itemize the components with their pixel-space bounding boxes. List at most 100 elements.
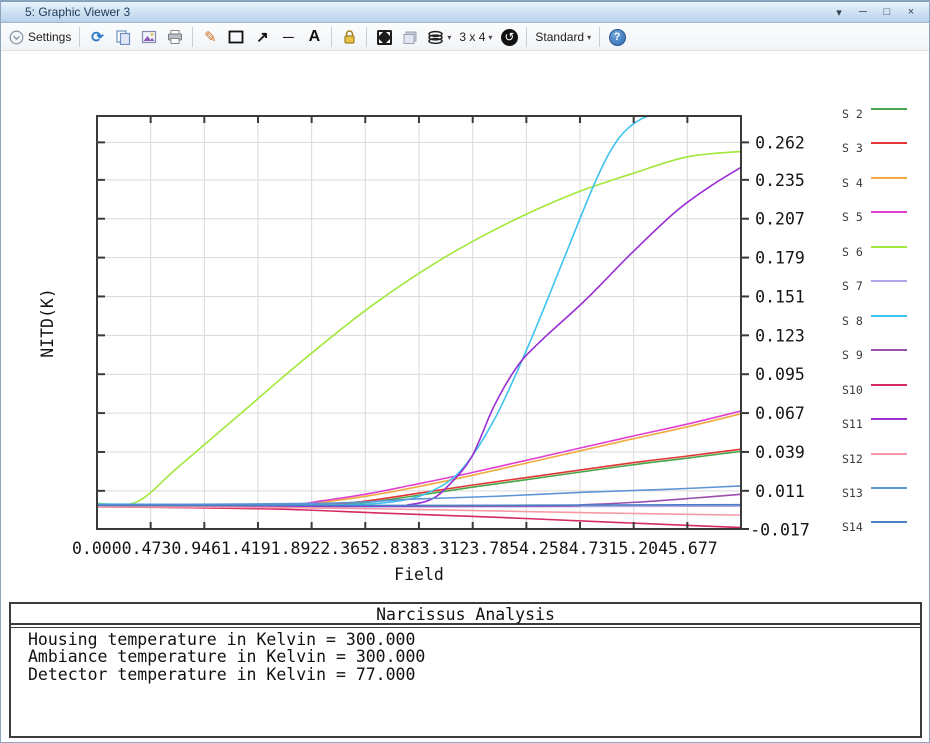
grid-size-dropdown[interactable]: 3 x 4 ▾ (456, 25, 495, 49)
save-image-icon (141, 29, 157, 45)
y-axis-tick-label: 0.039 (755, 443, 805, 462)
cascade-windows-button[interactable] (398, 25, 422, 49)
legend-label: S 9 (842, 348, 863, 362)
settings-button[interactable]: Settings (6, 25, 74, 49)
window-title: 5: Graphic Viewer 3 (1, 5, 130, 19)
add-text-button[interactable]: A (302, 25, 326, 49)
legend-item: S 9 (842, 347, 907, 363)
arrow-icon: ↗ (256, 30, 269, 45)
legend-item: S 6 (842, 244, 907, 260)
analysis-line: Ambiance temperature in Kelvin = 300.000 (28, 648, 920, 665)
series-line-s5 (97, 411, 741, 506)
series-line-s8 (97, 116, 741, 505)
y-axis-tick-label: 0.235 (755, 171, 805, 190)
y-axis-tick-label: -0.017 (750, 521, 810, 540)
x-axis-tick-labels: 0.0000.4730.9461.4191.8922.3652.8383.312… (72, 539, 718, 558)
lock-button[interactable] (337, 25, 361, 49)
toolbar-separator (366, 27, 367, 47)
legend-item: S 3 (842, 140, 907, 156)
analysis-panel-title: Narcissus Analysis (11, 604, 920, 625)
plot-frame (97, 116, 741, 529)
y-axis-tick-label: 0.123 (755, 326, 805, 345)
legend-line-swatch (871, 246, 907, 248)
draw-arrow-button[interactable]: ↗ (250, 25, 274, 49)
legend-item: S10 (842, 382, 907, 398)
fit-window-icon (376, 29, 393, 46)
legend-label: S 7 (842, 279, 863, 293)
settings-chevron-icon (9, 30, 24, 45)
legend-item: S 4 (842, 175, 907, 191)
legend-line-swatch (871, 418, 907, 420)
legend-label: S14 (842, 520, 863, 534)
draw-rectangle-button[interactable] (224, 25, 248, 49)
print-button[interactable] (163, 25, 187, 49)
toolbar-separator (599, 27, 600, 47)
analysis-line: Detector temperature in Kelvin = 77.000 (28, 666, 920, 683)
y-axis-tick-label: 0.067 (755, 404, 805, 423)
minimize-button[interactable]: ─ (851, 3, 875, 21)
legend-item: S 5 (842, 209, 907, 225)
series-line-s4 (97, 414, 741, 506)
dropdown-caret-icon: ▾ (488, 33, 492, 42)
legend-item: S13 (842, 485, 907, 501)
copy-button[interactable] (111, 25, 135, 49)
analysis-panel-body: Housing temperature in Kelvin = 300.000A… (11, 627, 920, 683)
legend-label: S 5 (842, 210, 863, 224)
legend-line-swatch (871, 177, 907, 179)
reset-orientation-button[interactable]: ↺ (497, 25, 521, 49)
rectangle-icon (228, 30, 244, 44)
save-image-button[interactable] (137, 25, 161, 49)
refresh-icon: ⟳ (91, 30, 104, 45)
rotate-icon: ↺ (501, 29, 518, 46)
series-line-s7 (97, 506, 741, 507)
print-icon (167, 29, 183, 45)
graphic-viewer-window: 5: Graphic Viewer 3 ▾ ─ □ × Settings ⟳ (0, 0, 930, 743)
help-icon: ? (609, 29, 626, 46)
legend-label: S 4 (842, 176, 863, 190)
settings-label: Settings (28, 30, 71, 44)
legend-line-swatch (871, 453, 907, 455)
y-axis-tick-label: 0.095 (755, 365, 805, 384)
series-line-s3 (97, 449, 741, 506)
analysis-line: Housing temperature in Kelvin = 300.000 (28, 631, 920, 648)
series-line-s6 (97, 151, 741, 504)
legend-label: S 8 (842, 314, 863, 328)
legend-line-swatch (871, 315, 907, 317)
legend-label: S 2 (842, 107, 863, 121)
plot-stack-dropdown-button[interactable]: ▾ (424, 25, 454, 49)
style-dropdown[interactable]: Standard ▾ (532, 25, 594, 49)
help-button[interactable]: ? (605, 25, 629, 49)
grid-size-label: 3 x 4 (459, 30, 485, 44)
legend: S 2S 3S 4S 5S 6S 7S 8S 9S10S11S12S13S14 (842, 105, 928, 565)
close-button[interactable]: × (899, 3, 923, 21)
draw-pencil-button[interactable]: ✎ (198, 25, 222, 49)
legend-line-swatch (871, 384, 907, 386)
line-icon: ─ (283, 30, 294, 45)
refresh-button[interactable]: ⟳ (85, 25, 109, 49)
plot-stack-icon (427, 30, 444, 45)
lock-icon (342, 29, 357, 45)
legend-line-swatch (871, 521, 907, 523)
series-line-s13 (97, 486, 741, 505)
fit-window-button[interactable] (372, 25, 396, 49)
legend-label: S 6 (842, 245, 863, 259)
dropdown-caret-icon: ▾ (587, 33, 591, 42)
y-axis-tick-label: 0.262 (755, 133, 805, 152)
x-axis-title: Field (394, 565, 444, 584)
pencil-icon: ✎ (204, 30, 217, 45)
series-line-s14 (97, 505, 741, 506)
analysis-panel: Narcissus Analysis Housing temperature i… (9, 602, 922, 738)
legend-label: S12 (842, 452, 863, 466)
text-icon: A (309, 29, 321, 45)
window-menu-button[interactable]: ▾ (827, 3, 851, 21)
draw-line-button[interactable]: ─ (276, 25, 300, 49)
narcissus-chart: 0.0000.4730.9461.4191.8922.3652.8383.312… (1, 1, 930, 601)
toolbar-separator (192, 27, 193, 47)
legend-line-swatch (871, 108, 907, 110)
legend-item: S 8 (842, 313, 907, 329)
titlebar[interactable]: 5: Graphic Viewer 3 ▾ ─ □ × (1, 1, 929, 23)
legend-label: S 3 (842, 141, 863, 155)
legend-item: S14 (842, 519, 907, 535)
maximize-button[interactable]: □ (875, 3, 899, 21)
legend-label: S10 (842, 383, 863, 397)
